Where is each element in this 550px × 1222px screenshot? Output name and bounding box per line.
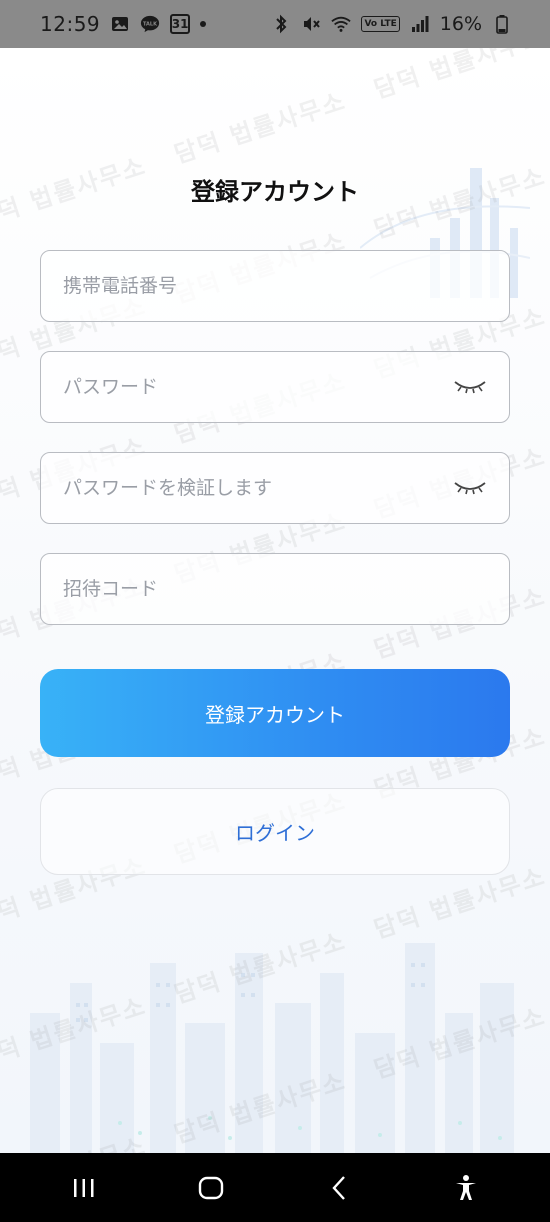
mute-icon [301, 14, 321, 34]
status-time: 12:59 [40, 12, 101, 36]
volte-icon: Vo LTE [361, 16, 400, 32]
invite-code-input[interactable] [63, 578, 487, 600]
eye-closed-icon[interactable] [453, 377, 487, 397]
password-field[interactable] [40, 351, 510, 423]
accessibility-icon [456, 1174, 477, 1200]
bluetooth-icon [271, 14, 291, 34]
background-city-decoration [30, 943, 514, 1153]
phone-field[interactable] [40, 250, 510, 322]
wifi-icon [331, 14, 352, 34]
password-input[interactable] [63, 376, 453, 398]
kakaotalk-icon: TALK [140, 14, 160, 34]
talk-badge: TALK [143, 21, 158, 27]
eye-closed-icon[interactable] [453, 478, 487, 498]
confirm-password-field[interactable] [40, 452, 510, 524]
back-button[interactable] [309, 1163, 369, 1213]
status-right: Vo LTE 16% [271, 13, 512, 35]
home-button[interactable] [181, 1163, 241, 1213]
status-left: 12:59 TALK 31 [40, 12, 207, 36]
home-icon [199, 1176, 224, 1199]
status-bar: 12:59 TALK 31 Vo LTE 16% [0, 0, 550, 48]
accessibility-button[interactable] [436, 1163, 496, 1213]
calendar-icon: 31 [170, 14, 191, 34]
page-title: 登録アカウント [191, 178, 359, 206]
register-button[interactable]: 登録アカウント [40, 669, 510, 757]
phone-input[interactable] [63, 275, 487, 297]
battery-icon [492, 14, 512, 34]
image-icon [110, 14, 130, 34]
signal-icon [410, 14, 430, 34]
battery-percent: 16% [439, 13, 482, 35]
back-icon [332, 1175, 345, 1200]
login-button[interactable]: ログイン [40, 788, 510, 875]
recents-icon [73, 1178, 94, 1197]
invite-code-field[interactable] [40, 553, 510, 625]
register-screen: 담덕 법률사무소 담덕 법률사무소 담덕 법률사무소 담덕 법률사무소 담덕 법… [0, 48, 550, 1153]
confirm-password-input[interactable] [63, 477, 453, 499]
recents-button[interactable] [54, 1163, 114, 1213]
navigation-bar [0, 1153, 550, 1222]
dot-icon [200, 21, 207, 27]
